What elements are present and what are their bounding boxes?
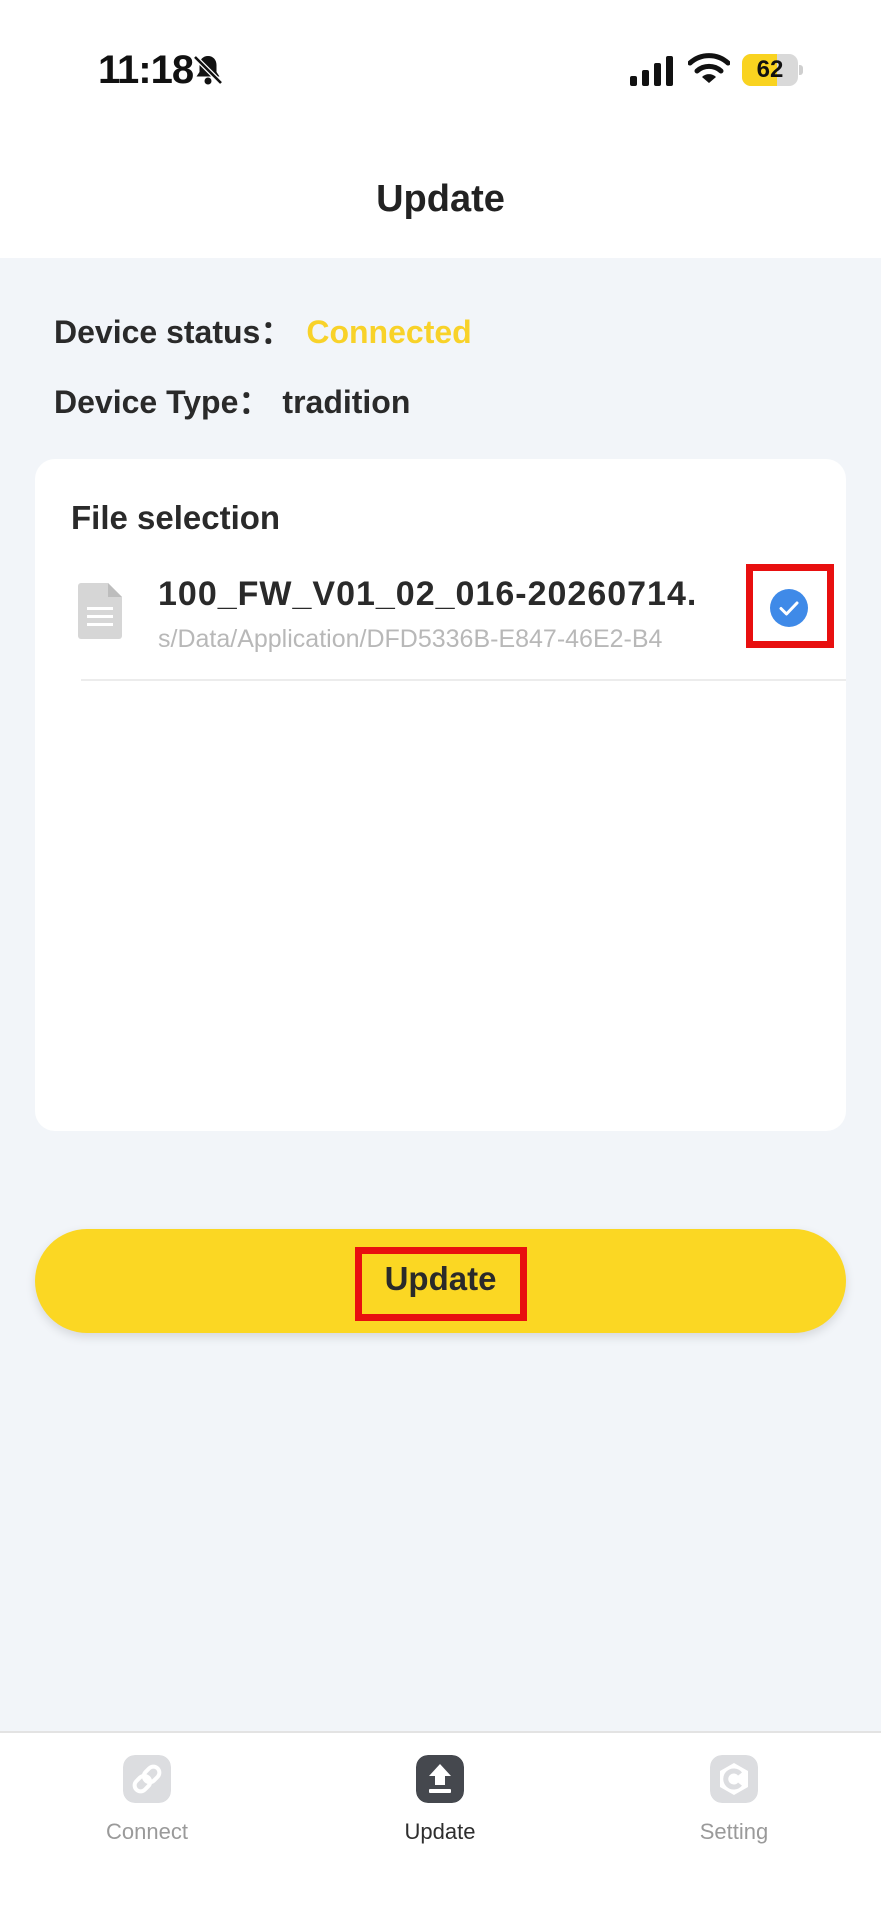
wifi-icon [688, 53, 730, 83]
tab-connect[interactable]: Connect [47, 1755, 247, 1865]
battery-indicator: 62 [742, 54, 803, 86]
page-title: Update [376, 178, 505, 220]
status-bar: 11:18 62 [0, 0, 881, 140]
tab-update-label: Update [404, 1819, 476, 1844]
document-icon [78, 583, 122, 639]
tab-update[interactable]: Update [340, 1755, 540, 1865]
update-highlight-box [355, 1247, 527, 1321]
status-time: 11:18 [98, 48, 194, 92]
file-selection-title: File selection [71, 499, 281, 536]
checkmark-icon [779, 601, 799, 616]
page-header: Update [0, 140, 881, 258]
file-name: 100_FW_V01_02_016-20260714. [158, 575, 698, 613]
file-selected-checkbox[interactable] [770, 589, 808, 627]
upload-icon [416, 1755, 464, 1803]
battery-percent: 62 [756, 56, 784, 83]
tab-connect-label: Connect [106, 1819, 188, 1844]
device-status-label: Device status： [54, 314, 293, 350]
c-logo-icon [710, 1755, 758, 1803]
device-status-row: Device status： Connected [54, 307, 472, 353]
device-status-value: Connected [306, 314, 472, 350]
file-list-item[interactable]: 100_FW_V01_02_016-20260714. s/Data/Appli… [35, 559, 846, 681]
file-selection-card: File selection 100_FW_V01_02_016-2026071… [35, 459, 846, 1131]
tab-setting[interactable]: Setting [634, 1755, 834, 1865]
file-path: s/Data/Application/DFD5336B-E847-46E2-B4 [158, 625, 663, 653]
divider [81, 679, 846, 681]
cellular-signal-icon [630, 56, 673, 86]
device-type-label: Device Type： [54, 384, 271, 420]
tab-setting-label: Setting [699, 1819, 769, 1844]
link-icon [123, 1755, 171, 1803]
device-type-value: tradition [282, 384, 411, 420]
bottom-tab-bar: Connect Update Setting [0, 1731, 881, 1918]
bell-muted-icon [193, 55, 223, 85]
device-type-row: Device Type： tradition [54, 377, 410, 423]
